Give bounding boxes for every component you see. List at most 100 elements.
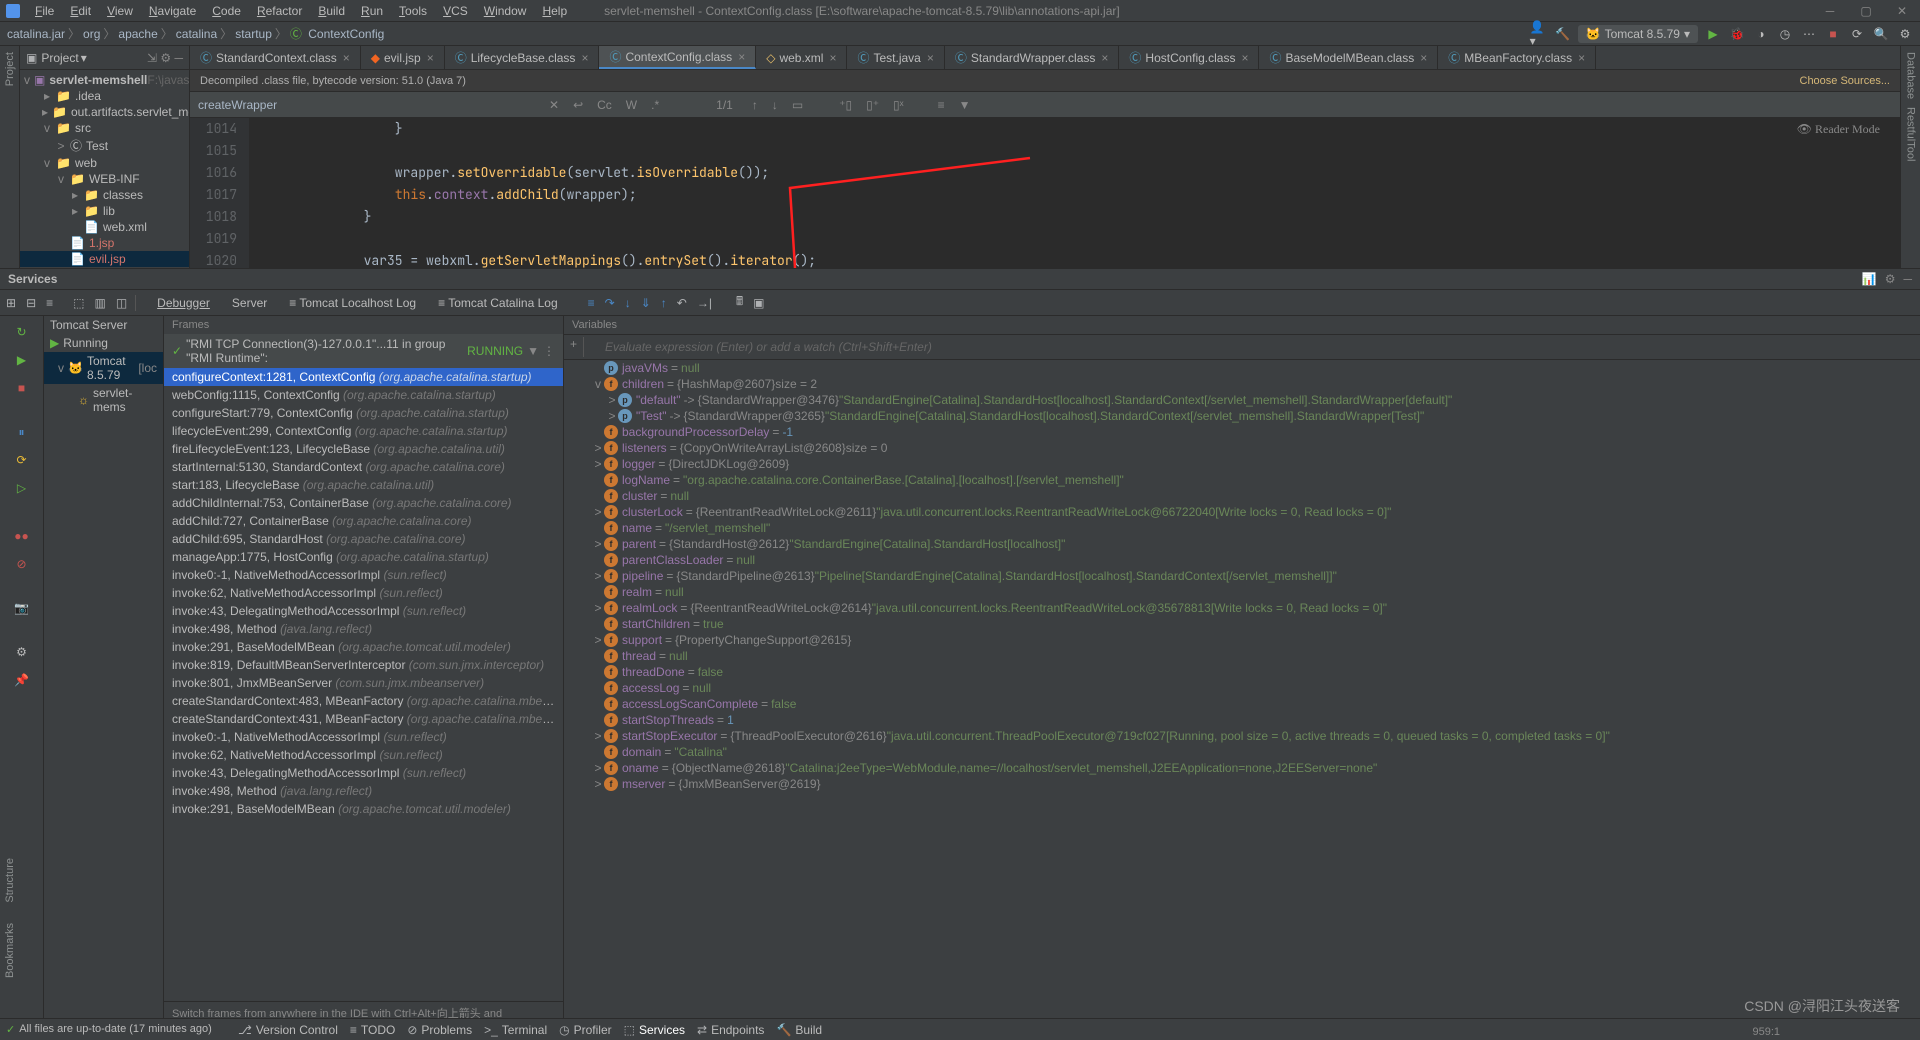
coverage-icon[interactable]: ◑ xyxy=(1752,25,1770,43)
variable-row[interactable]: >fclusterLock = {ReentrantReadWriteLock@… xyxy=(564,504,1920,520)
more-icon[interactable]: ⋮ xyxy=(543,344,555,358)
frame-row[interactable]: addChild:727, ContainerBase (org.apache.… xyxy=(164,512,563,530)
gear-icon[interactable]: ⚙ xyxy=(1885,272,1896,286)
rerun-icon[interactable]: ↻ xyxy=(11,322,33,342)
variable-row[interactable]: >fmserver = {JmxMBeanServer@2619} xyxy=(564,776,1920,792)
bookmarks-toolwindow-button[interactable]: Bookmarks xyxy=(4,923,16,978)
tree-item[interactable]: 📄1.jsp xyxy=(20,235,189,251)
search-input[interactable]: createWrapper xyxy=(198,98,538,112)
frame-row[interactable]: fireLifecycleEvent:123, LifecycleBase (o… xyxy=(164,440,563,458)
build-icon[interactable]: 🔨 xyxy=(1554,25,1572,43)
frame-row[interactable]: invoke0:-1, NativeMethodAccessorImpl (su… xyxy=(164,566,563,584)
layout-icon[interactable]: ▥ xyxy=(92,296,107,310)
bottom-tab-services[interactable]: ⬚ Services xyxy=(624,1023,685,1037)
debug-button[interactable]: 🐞 xyxy=(1728,25,1746,43)
close-tab-icon[interactable]: × xyxy=(343,51,350,65)
frame-row[interactable]: invoke0:-1, NativeMethodAccessorImpl (su… xyxy=(164,728,563,746)
attach-icon[interactable]: ⋯ xyxy=(1800,25,1818,43)
tree-item[interactable]: ▸📁classes xyxy=(20,187,189,203)
variable-row[interactable]: fbackgroundProcessorDelay = -1 xyxy=(564,424,1920,440)
bottom-tab-problems[interactable]: ⊘ Problems xyxy=(407,1023,472,1037)
tree-item[interactable]: ▸📁lib xyxy=(20,203,189,219)
group-icon[interactable]: ⬚ xyxy=(71,296,86,310)
choose-sources-link[interactable]: Choose Sources... xyxy=(1800,75,1891,87)
select-occurrence-icon[interactable]: ▯⁺ xyxy=(863,98,882,112)
variable-row[interactable]: fname = "/servlet_memshell" xyxy=(564,520,1920,536)
trace-icon[interactable]: ▣ xyxy=(751,296,766,310)
frame-row[interactable]: invoke:62, NativeMethodAccessorImpl (sun… xyxy=(164,584,563,602)
frame-row[interactable]: configureStart:779, ContextConfig (org.a… xyxy=(164,404,563,422)
close-tab-icon[interactable]: × xyxy=(738,50,745,64)
frame-row[interactable]: addChild:695, StandardHost (org.apache.c… xyxy=(164,530,563,548)
evaluate-icon[interactable]: 🖩 xyxy=(734,292,745,313)
bottom-tab-version-control[interactable]: ⎇ Version Control xyxy=(238,1023,338,1037)
close-tab-icon[interactable]: × xyxy=(581,51,588,65)
prev-match-icon[interactable]: ↑ xyxy=(749,98,761,112)
filter-icon[interactable]: ▼ xyxy=(956,98,974,112)
variable-row[interactable]: fdomain = "Catalina" xyxy=(564,744,1920,760)
filter-icon[interactable]: ≡ xyxy=(44,296,55,310)
editor-tab[interactable]: ⒸHostConfig.class× xyxy=(1119,46,1259,69)
editor-tab[interactable]: ⒸTest.java× xyxy=(847,46,944,69)
step-over-icon[interactable]: ↷ xyxy=(603,296,617,310)
variable-row[interactable]: >flisteners = {CopyOnWriteArrayList@2608… xyxy=(564,440,1920,456)
search-icon[interactable]: 🔍 xyxy=(1872,25,1890,43)
mute-breakpoints-icon[interactable]: ⊘ xyxy=(11,554,33,574)
run-config-selector[interactable]: 🐱 Tomcat 8.5.79 ▾ xyxy=(1578,25,1698,43)
variable-row[interactable]: >frealmLock = {ReentrantReadWriteLock@26… xyxy=(564,600,1920,616)
hide-icon[interactable]: ◫ xyxy=(114,296,129,310)
run-to-cursor-icon[interactable]: →| xyxy=(695,296,714,310)
menu-window[interactable]: Window xyxy=(477,2,534,20)
variable-row[interactable]: >fparent = {StandardHost@2612} "Standard… xyxy=(564,536,1920,552)
editor-tab[interactable]: ⒸContextConfig.class× xyxy=(599,46,756,69)
step-into-icon[interactable]: ↓ xyxy=(623,296,633,310)
frame-row[interactable]: webConfig:1115, ContextConfig (org.apach… xyxy=(164,386,563,404)
gear-icon[interactable]: ⚙ xyxy=(11,642,33,662)
next-match-icon[interactable]: ↓ xyxy=(769,98,781,112)
variable-row[interactable]: fparentClassLoader = null xyxy=(564,552,1920,568)
show-exec-icon[interactable]: ≡ xyxy=(586,296,597,310)
menu-tools[interactable]: Tools xyxy=(392,2,434,20)
menu-vcs[interactable]: VCS xyxy=(436,2,475,20)
variable-row[interactable]: >fpipeline = {StandardPipeline@2613} "Pi… xyxy=(564,568,1920,584)
menu-code[interactable]: Code xyxy=(205,2,248,20)
tree-item[interactable]: 📄evil.jsp xyxy=(20,251,189,267)
close-tab-icon[interactable]: × xyxy=(927,51,934,65)
frame-row[interactable]: invoke:62, NativeMethodAccessorImpl (sun… xyxy=(164,746,563,764)
bottom-tab-terminal[interactable]: >_ Terminal xyxy=(484,1023,547,1037)
variable-row[interactable]: fthread = null xyxy=(564,648,1920,664)
select-all-icon[interactable]: ▭ xyxy=(789,98,806,112)
update-app-icon[interactable]: ⟳ xyxy=(11,450,33,470)
reader-mode-label[interactable]: 👁 Reader Mode xyxy=(1797,122,1880,137)
tree-item[interactable]: v📁web xyxy=(20,155,189,171)
tree-item[interactable]: ▸📁.idea xyxy=(20,88,189,104)
frame-row[interactable]: invoke:819, DefaultMBeanServerIntercepto… xyxy=(164,656,563,674)
frame-row[interactable]: invoke:43, DelegatingMethodAccessorImpl … xyxy=(164,602,563,620)
frame-row[interactable]: start:183, LifecycleBase (org.apache.cat… xyxy=(164,476,563,494)
tree-root[interactable]: v▣servlet-memshell F:\javasec xyxy=(20,72,189,88)
tomcat-server-node[interactable]: Tomcat Server xyxy=(44,316,163,334)
tomcat-instance-node[interactable]: v 🐱 Tomcat 8.5.79 [loc xyxy=(44,352,163,384)
regex-toggle[interactable]: .* xyxy=(648,98,662,112)
tree-item[interactable]: v📁src xyxy=(20,120,189,136)
close-icon[interactable]: ✕ xyxy=(1890,4,1914,18)
database-toolwindow-button[interactable]: Database xyxy=(1905,52,1917,99)
bottom-tab-endpoints[interactable]: ⇄ Endpoints xyxy=(697,1023,764,1037)
tab-server[interactable]: Server xyxy=(224,293,275,313)
close-tab-icon[interactable]: × xyxy=(1101,51,1108,65)
collapse-all-icon[interactable]: ⊟ xyxy=(24,296,38,310)
filter-icon[interactable]: ▼ xyxy=(527,344,539,358)
editor-tab[interactable]: ◇web.xml× xyxy=(756,46,847,69)
variable-row[interactable]: flogName = "org.apache.catalina.core.Con… xyxy=(564,472,1920,488)
word-toggle[interactable]: W xyxy=(623,98,640,112)
close-tab-icon[interactable]: × xyxy=(1420,51,1427,65)
bottom-tab-todo[interactable]: ≡ TODO xyxy=(350,1023,395,1037)
settings-icon[interactable]: ≡ xyxy=(935,98,948,112)
variable-row[interactable]: fstartStopThreads = 1 xyxy=(564,712,1920,728)
editor-tab[interactable]: ⒸStandardWrapper.class× xyxy=(945,46,1120,69)
force-step-into-icon[interactable]: ⇓ xyxy=(639,296,653,310)
minimize-icon[interactable]: ─ xyxy=(1818,4,1842,18)
menu-run[interactable]: Run xyxy=(354,2,390,20)
frame-row[interactable]: startInternal:5130, StandardContext (org… xyxy=(164,458,563,476)
variable-row[interactable]: >p"Test" -> {StandardWrapper@3265} "Stan… xyxy=(564,408,1920,424)
